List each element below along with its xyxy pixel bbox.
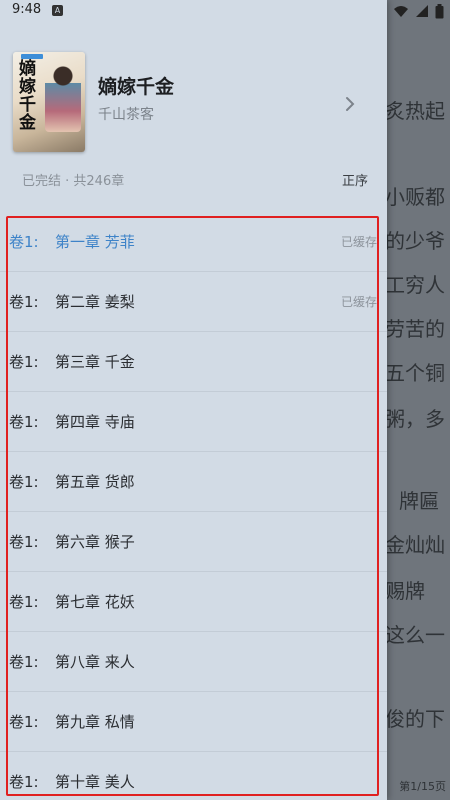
chapter-item[interactable]: 卷1: 第三章 千金	[0, 332, 387, 392]
chapter-item[interactable]: 卷1: 第二章 姜梨 已缓存	[0, 272, 387, 332]
chapter-title: 第十章 美人	[55, 773, 135, 791]
chapter-item[interactable]: 卷1: 第八章 来人	[0, 632, 387, 692]
chapter-volume: 卷1:	[9, 413, 39, 431]
reader-line: 赐牌	[385, 579, 425, 603]
reader-line: 五个铜	[385, 361, 445, 385]
wifi-icon	[394, 6, 408, 17]
chapter-title: 第五章 货郎	[55, 473, 135, 491]
reader-line: 小贩都	[385, 185, 445, 209]
chapter-title: 第三章 千金	[55, 353, 135, 371]
reader-line: 牌匾	[399, 489, 439, 513]
cover-figure	[45, 62, 81, 132]
chapter-title: 第八章 来人	[55, 653, 135, 671]
chapter-item[interactable]: 卷1: 第五章 货郎	[0, 452, 387, 512]
chapter-volume: 卷1:	[9, 473, 39, 491]
chapter-title: 第一章 芳菲	[55, 233, 135, 251]
notification-icon: A	[52, 5, 63, 16]
chapter-item[interactable]: 卷1: 第六章 猴子	[0, 512, 387, 572]
reader-line: 俊的下	[385, 707, 445, 731]
book-title: 嫡嫁千金	[98, 76, 175, 98]
reader-line: 劳苦的	[385, 317, 445, 341]
chapter-volume: 卷1:	[9, 653, 39, 671]
chapter-list[interactable]: 卷1: 第一章 芳菲 已缓存 卷1: 第二章 姜梨 已缓存 卷1: 第三章 千金…	[0, 212, 387, 800]
reader-line: 工穷人	[385, 273, 445, 297]
reader-line: 这么一	[385, 623, 445, 647]
chapter-volume: 卷1:	[9, 593, 39, 611]
book-cover: 嫡嫁千金	[13, 52, 85, 152]
reader-text-area: 炙热起 小贩都 的少爷 工穷人 劳苦的 五个铜 粥，多 牌匾 金灿灿 赐牌 这么…	[385, 0, 450, 800]
chapter-title: 第二章 姜梨	[55, 293, 135, 311]
cached-label: 已缓存	[340, 295, 377, 309]
chapter-volume: 卷1:	[9, 773, 39, 791]
chevron-right-icon[interactable]	[343, 94, 357, 114]
chapter-item[interactable]: 卷1: 第四章 寺庙	[0, 392, 387, 452]
sort-order-button[interactable]: 正序	[342, 170, 368, 189]
chapter-title: 第九章 私情	[55, 713, 135, 731]
chapter-volume: 卷1:	[9, 233, 39, 251]
chapter-item[interactable]: 卷1: 第九章 私情	[0, 692, 387, 752]
reader-line: 炙热起	[385, 99, 445, 123]
status-bar: 9:48 A	[0, 0, 450, 22]
reader-line: 粥，多	[385, 407, 445, 431]
chapter-title: 第六章 猴子	[55, 533, 135, 551]
chapter-title: 第七章 花妖	[55, 593, 135, 611]
system-icons	[393, 3, 444, 19]
page-indicator: 第1/15页	[399, 780, 446, 793]
book-meta: 已完结 · 共246章	[22, 174, 125, 189]
battery-icon	[435, 3, 444, 18]
chapter-volume: 卷1:	[9, 353, 39, 371]
reader-line: 金灿灿	[385, 533, 445, 557]
book-author: 千山茶客	[98, 107, 154, 123]
chapter-item[interactable]: 卷1: 第十章 美人	[0, 752, 387, 800]
chapter-drawer: 嫡嫁千金 嫡嫁千金 千山茶客 已完结 · 共246章 正序 卷1: 第一章 芳菲…	[0, 0, 387, 800]
chapter-volume: 卷1:	[9, 293, 39, 311]
status-time: 9:48	[12, 2, 42, 17]
book-info-card[interactable]: 嫡嫁千金 嫡嫁千金 千山茶客	[0, 30, 387, 180]
chapter-volume: 卷1:	[9, 713, 39, 731]
signal-icon	[416, 5, 428, 17]
reader-line: 的少爷	[385, 229, 445, 253]
chapter-volume: 卷1:	[9, 533, 39, 551]
chapter-title: 第四章 寺庙	[55, 413, 135, 431]
chapter-item[interactable]: 卷1: 第七章 花妖	[0, 572, 387, 632]
chapter-item[interactable]: 卷1: 第一章 芳菲 已缓存	[0, 212, 387, 272]
cached-label: 已缓存	[340, 235, 377, 249]
cover-title: 嫡嫁千金	[19, 59, 36, 133]
